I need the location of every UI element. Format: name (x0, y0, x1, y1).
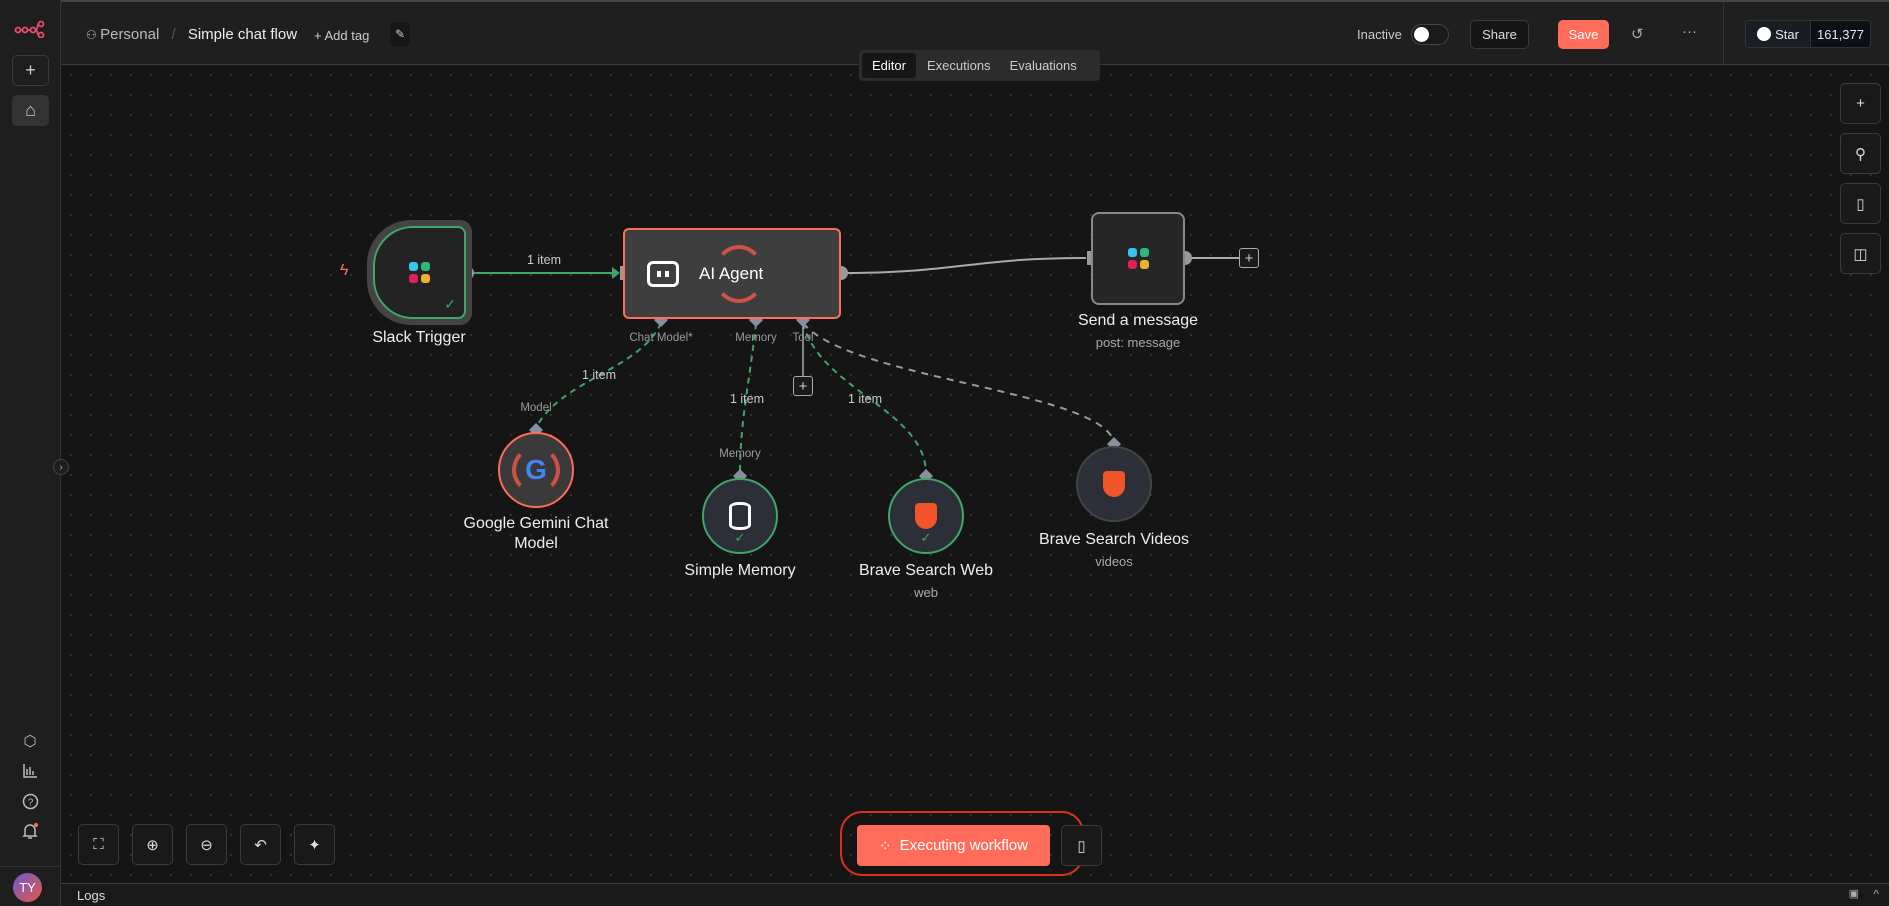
node-subtitle: post: message (1095, 335, 1181, 350)
node-gemini-chat-model[interactable]: G (498, 432, 574, 508)
success-check-icon: ✓ (444, 296, 456, 312)
tab-executions[interactable]: Executions (919, 53, 999, 78)
node-label: AI Agent (699, 263, 764, 283)
add-tool-button[interactable]: + (793, 376, 813, 396)
add-node-panel-button[interactable]: + (1840, 83, 1881, 124)
database-icon (729, 502, 751, 530)
view-tabs: Editor Executions Evaluations (859, 50, 1100, 81)
edge-label: 1 item (729, 392, 765, 406)
loading-spinner-icon: ⁘ (879, 837, 892, 855)
undo-icon[interactable]: ↶ (240, 824, 281, 865)
handle-label-chat-model: Chat Model* (629, 332, 693, 344)
popout-icon[interactable]: ▣ (1849, 887, 1859, 900)
edges-layer (460, 251, 1240, 483)
tidy-up-icon[interactable]: ✦ (294, 824, 335, 865)
edge-label: 1 item (581, 368, 617, 382)
fit-view-icon[interactable]: ⛶ (78, 824, 119, 865)
sticky-note-icon[interactable]: ▯ (1840, 183, 1881, 224)
trigger-bolt-icon: ϟ (340, 262, 349, 279)
node-simple-memory[interactable]: ✓ (702, 478, 778, 554)
robot-icon (647, 260, 679, 287)
node-label: Google Gemini Chat Model (463, 515, 609, 552)
slack-icon (1127, 248, 1149, 269)
node-label: Slack Trigger (372, 329, 466, 346)
edge-agent-send (840, 257, 1087, 274)
connection-handles (529, 313, 1121, 483)
node-label: Brave Search Web (859, 562, 993, 579)
success-check-icon: ✓ (734, 530, 746, 545)
handle-label-memory: Memory (735, 332, 777, 344)
edge-label: 1 item (526, 253, 562, 267)
chevron-up-icon[interactable]: ^ (1873, 887, 1879, 901)
zoom-in-icon[interactable]: ⊕ (132, 824, 173, 865)
node-slack-trigger[interactable]: ✓ (367, 220, 472, 325)
node-label: Send a message (1077, 312, 1199, 329)
execute-label: Executing workflow (899, 837, 1028, 854)
executing-spinner-icon (512, 446, 560, 494)
tab-evaluations[interactable]: Evaluations (1002, 53, 1085, 78)
logs-panel-bar[interactable]: Logs ▣ ^ (61, 883, 1889, 906)
add-node-button[interactable]: + (1239, 248, 1259, 268)
logs-label: Logs (77, 888, 106, 903)
sidebar-expand-toggle[interactable]: › (53, 459, 69, 475)
edge-arrow (612, 267, 620, 279)
node-label: Brave Search Videos (1038, 531, 1190, 548)
edge-label: 1 item (847, 392, 883, 406)
node-label: Simple Memory (684, 562, 796, 579)
zoom-out-icon[interactable]: ⊖ (186, 824, 227, 865)
search-icon[interactable]: ⚲ (1840, 133, 1881, 174)
brave-lion-icon (1103, 471, 1125, 497)
node-body: ✓ (373, 226, 466, 319)
input-label-memory: Memory (719, 448, 761, 460)
tab-editor[interactable]: Editor (862, 53, 916, 78)
input-label-model: Model (520, 402, 552, 414)
panel-toggle-icon[interactable]: ◫ (1840, 233, 1881, 274)
node-brave-search-web[interactable]: ✓ (888, 478, 964, 554)
node-send-message[interactable] (1091, 212, 1185, 305)
slack-icon (409, 262, 430, 283)
handle-label-tool: Tool (792, 332, 814, 344)
chat-panel-toggle-icon[interactable]: ▯ (1061, 825, 1102, 866)
node-brave-search-videos[interactable] (1076, 446, 1152, 522)
node-subtitle: web (914, 585, 938, 600)
brave-lion-icon (915, 503, 937, 529)
node-ai-agent[interactable]: AI Agent (623, 228, 841, 319)
success-check-icon: ✓ (920, 530, 932, 545)
node-subtitle: videos (1095, 554, 1133, 569)
executing-workflow-button[interactable]: ⁘ Executing workflow (857, 825, 1050, 866)
